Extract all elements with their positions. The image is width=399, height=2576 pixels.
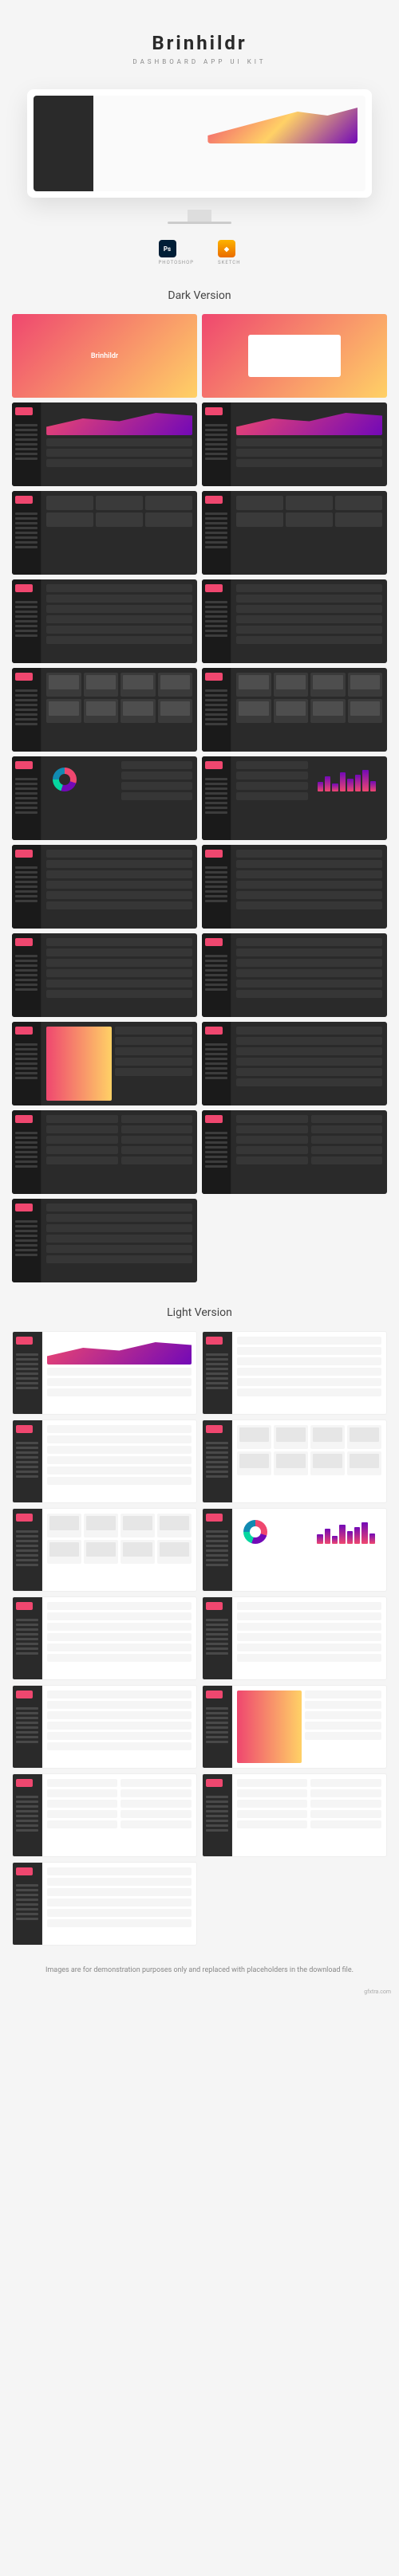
dashboard-thumb bbox=[202, 402, 387, 486]
light-thumbnail-grid bbox=[8, 1331, 391, 1946]
dashboard-thumb bbox=[202, 933, 387, 1017]
light-section-title: Light Version bbox=[8, 1306, 391, 1319]
dashboard-thumb bbox=[202, 1596, 387, 1680]
dashboard-thumb bbox=[202, 845, 387, 929]
product-name: Brinhildr bbox=[8, 32, 391, 54]
watermark: gfxtra.com bbox=[8, 1989, 391, 1995]
sketch-icon: ◆ bbox=[218, 240, 235, 257]
dashboard-thumb bbox=[12, 1596, 197, 1680]
photoshop-icon: Ps bbox=[159, 240, 176, 257]
dashboard-thumb bbox=[12, 668, 197, 752]
dashboard-thumb bbox=[202, 1331, 387, 1415]
dashboard-thumb bbox=[12, 402, 197, 486]
dashboard-thumb bbox=[202, 1685, 387, 1769]
tools-row: Ps PHOTOSHOP ◆ SKETCH bbox=[8, 240, 391, 265]
tool-sketch: ◆ SKETCH bbox=[218, 240, 240, 265]
header: Brinhildr DASHBOARD APP UI KIT bbox=[8, 16, 391, 77]
dashboard-thumb bbox=[202, 579, 387, 663]
login-form bbox=[202, 314, 387, 398]
dashboard-thumb bbox=[12, 1685, 197, 1769]
dashboard-thumb bbox=[202, 668, 387, 752]
dashboard-thumb bbox=[12, 1022, 197, 1105]
monitor-mockup bbox=[8, 89, 391, 224]
dashboard-thumb bbox=[12, 1862, 197, 1946]
dark-section-title: Dark Version bbox=[8, 289, 391, 302]
dashboard-thumb bbox=[12, 491, 197, 575]
dashboard-thumb bbox=[202, 1773, 387, 1857]
dark-thumbnail-grid: Brinhildr bbox=[8, 314, 391, 1282]
dashboard-thumb bbox=[12, 933, 197, 1017]
dashboard-thumb bbox=[12, 1508, 197, 1592]
dashboard-thumb bbox=[12, 1331, 197, 1415]
login-splash: Brinhildr bbox=[12, 314, 197, 398]
dashboard-thumb bbox=[202, 1508, 387, 1592]
dashboard-thumb bbox=[12, 579, 197, 663]
dashboard-thumb bbox=[12, 1110, 197, 1194]
dashboard-thumb bbox=[202, 1110, 387, 1194]
dashboard-thumb bbox=[12, 1773, 197, 1857]
dashboard-thumb bbox=[202, 1022, 387, 1105]
dashboard-thumb bbox=[202, 1420, 387, 1503]
product-tagline: DASHBOARD APP UI KIT bbox=[8, 58, 391, 65]
tool-photoshop: Ps PHOTOSHOP bbox=[159, 240, 195, 265]
dashboard-thumb bbox=[202, 756, 387, 840]
dashboard-thumb bbox=[12, 1420, 197, 1503]
dashboard-thumb bbox=[12, 845, 197, 929]
footer-note: Images are for demonstration purposes on… bbox=[8, 1965, 391, 1977]
dashboard-thumb bbox=[12, 756, 197, 840]
dashboard-thumb bbox=[202, 491, 387, 575]
dashboard-thumb bbox=[12, 1199, 197, 1282]
